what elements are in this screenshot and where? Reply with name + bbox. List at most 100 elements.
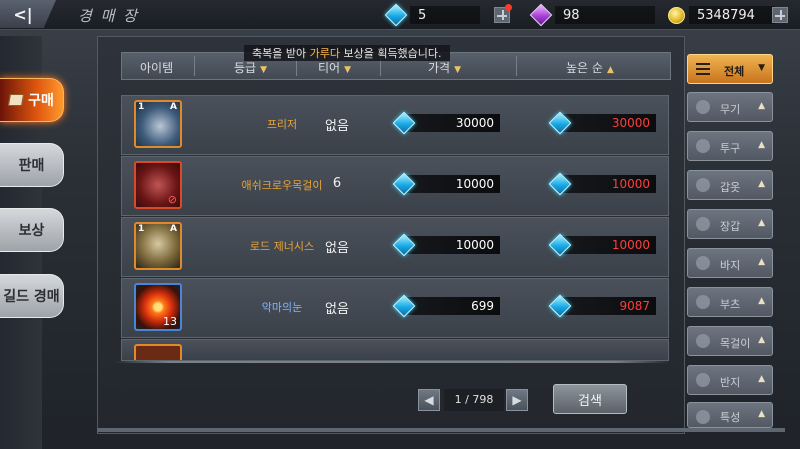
sort-arrow-icon: ▲ (606, 65, 614, 75)
filter-helmet[interactable]: 투구 ▲ (687, 131, 773, 161)
tab-reward[interactable]: 보상 (0, 208, 64, 252)
item-icon: 1A (134, 222, 182, 270)
dropdown-arrow-icon: ▼ (454, 65, 462, 75)
book-icon (8, 94, 25, 106)
tab-label: 판매 (18, 158, 45, 174)
page-indicator: 1 / 798 (444, 389, 504, 411)
blue-gem-icon (392, 294, 416, 318)
price-field: 699 (392, 294, 500, 318)
dropdown-arrow-icon: ▼ (344, 65, 352, 75)
prev-page-button[interactable]: ◀ (418, 389, 440, 411)
gloves-icon (696, 217, 710, 231)
filter-trait[interactable]: 특성 ▲ (687, 402, 773, 428)
chevron-right-icon: ▶ (512, 393, 522, 407)
blue-gem-icon (392, 233, 416, 257)
price-field: 30000 (392, 111, 500, 135)
chevron-up-icon: ▲ (758, 335, 765, 345)
chevron-up-icon: ▲ (758, 409, 765, 419)
item-tier: 없음 (325, 119, 349, 134)
armor-icon (696, 178, 710, 192)
search-button[interactable]: 검색 (553, 384, 627, 414)
column-separator (516, 56, 517, 76)
buyout-price-field: 30000 (548, 111, 656, 135)
filter-necklace[interactable]: 목걸이 ▲ (687, 326, 773, 356)
tab-label: 보상 (18, 223, 45, 239)
list-item[interactable] (121, 339, 669, 361)
restricted-icon: ⊘ (167, 193, 177, 206)
sort-order-toggle[interactable]: 높은 순 ▲ (566, 59, 614, 76)
page-title: 경 매 장 (78, 7, 139, 25)
blue-gem-icon (392, 111, 416, 135)
price-field: 10000 (392, 172, 500, 196)
blue-gem-count: 5 (418, 7, 427, 23)
item-tier: 없음 (325, 302, 349, 317)
reward-notice: 축복을 받아 가루다 보상을 획득했습니다. (244, 45, 450, 61)
item-icon: 1A (134, 100, 182, 148)
list-item[interactable]: 1A 로드 제너시스 없음 10000 10000 (121, 217, 669, 277)
column-grade-sort[interactable]: 등급 ▼ (234, 59, 267, 76)
blue-gem-icon (548, 111, 572, 135)
blue-gem-add-button[interactable] (494, 4, 512, 23)
filter-pants[interactable]: 바지 ▲ (687, 248, 773, 278)
filter-ring[interactable]: 반지 ▲ (687, 365, 773, 395)
sword-icon (696, 100, 710, 114)
gold-add-button[interactable] (772, 7, 788, 23)
blue-gem-icon (548, 294, 572, 318)
chevron-up-icon: ▲ (758, 101, 765, 111)
list-item[interactable]: 13 악마의눈 없음 699 9087 (121, 278, 669, 338)
blue-gem-icon (392, 172, 416, 196)
necklace-icon (696, 334, 710, 348)
boots-icon (696, 295, 710, 309)
list-item[interactable]: ⊘ 애쉬크로우목걸이 6 10000 10000 (121, 156, 669, 216)
back-button[interactable]: <| (0, 0, 56, 28)
tab-label: 구매 (28, 93, 54, 109)
blue-gem-icon (384, 3, 408, 27)
blue-gem-icon (548, 233, 572, 257)
dropdown-arrow-icon: ▼ (260, 65, 268, 75)
back-arrow-icon: <| (13, 4, 33, 24)
tab-sell[interactable]: 판매 (0, 143, 64, 187)
gold-count: 5348794 (697, 7, 755, 23)
filter-weapon[interactable]: 무기 ▲ (687, 92, 773, 122)
column-item: 아이템 (140, 61, 174, 75)
chevron-up-icon: ▲ (758, 140, 765, 150)
filter-gloves[interactable]: 장갑 ▲ (687, 209, 773, 239)
chevron-up-icon: ▲ (758, 218, 765, 228)
top-bar: <| 경 매 장 5 98 5348794 (0, 0, 800, 30)
blue-gem-icon (548, 172, 572, 196)
chevron-up-icon: ▲ (758, 257, 765, 267)
buyout-price-field: 10000 (548, 233, 656, 257)
pants-icon (696, 256, 710, 270)
list-icon (696, 63, 710, 75)
filter-all[interactable]: 전체 ▼ (687, 54, 773, 84)
filter-armor[interactable]: 갑옷 ▲ (687, 170, 773, 200)
filter-boots[interactable]: 부츠 ▲ (687, 287, 773, 317)
column-tier-sort[interactable]: 티어 ▼ (318, 59, 351, 76)
chevron-up-icon: ▲ (758, 296, 765, 306)
dropdown-arrow-icon: ▼ (758, 63, 765, 73)
tab-buy[interactable]: 구매 (0, 78, 64, 122)
tab-guild-auction[interactable]: 길드 경매 (0, 274, 64, 318)
item-icon (134, 344, 182, 360)
helmet-icon (696, 139, 710, 153)
plus-icon (772, 7, 788, 23)
purple-gem-count: 98 (563, 7, 580, 23)
tab-label: 길드 경매 (3, 289, 60, 305)
column-price-sort[interactable]: 가격 ▼ (428, 59, 461, 76)
list-item[interactable]: 1A 프리저 없음 30000 30000 (121, 95, 669, 155)
star-icon (696, 410, 710, 424)
price-field: 10000 (392, 233, 500, 257)
blue-gem-counter: 5 (384, 3, 480, 27)
gold-coin-icon (668, 6, 685, 24)
next-page-button[interactable]: ▶ (506, 389, 528, 411)
chevron-left-icon: ◀ (424, 393, 434, 407)
notification-dot (505, 4, 512, 11)
item-icon: ⊘ (134, 161, 182, 209)
chevron-up-icon: ▲ (758, 374, 765, 384)
gold-counter: 5348794 (668, 5, 775, 25)
column-separator (194, 56, 195, 76)
item-tier: 6 (332, 176, 342, 191)
list-divider (114, 361, 670, 363)
item-tier: 없음 (325, 241, 349, 256)
purple-gem-icon (529, 3, 553, 27)
